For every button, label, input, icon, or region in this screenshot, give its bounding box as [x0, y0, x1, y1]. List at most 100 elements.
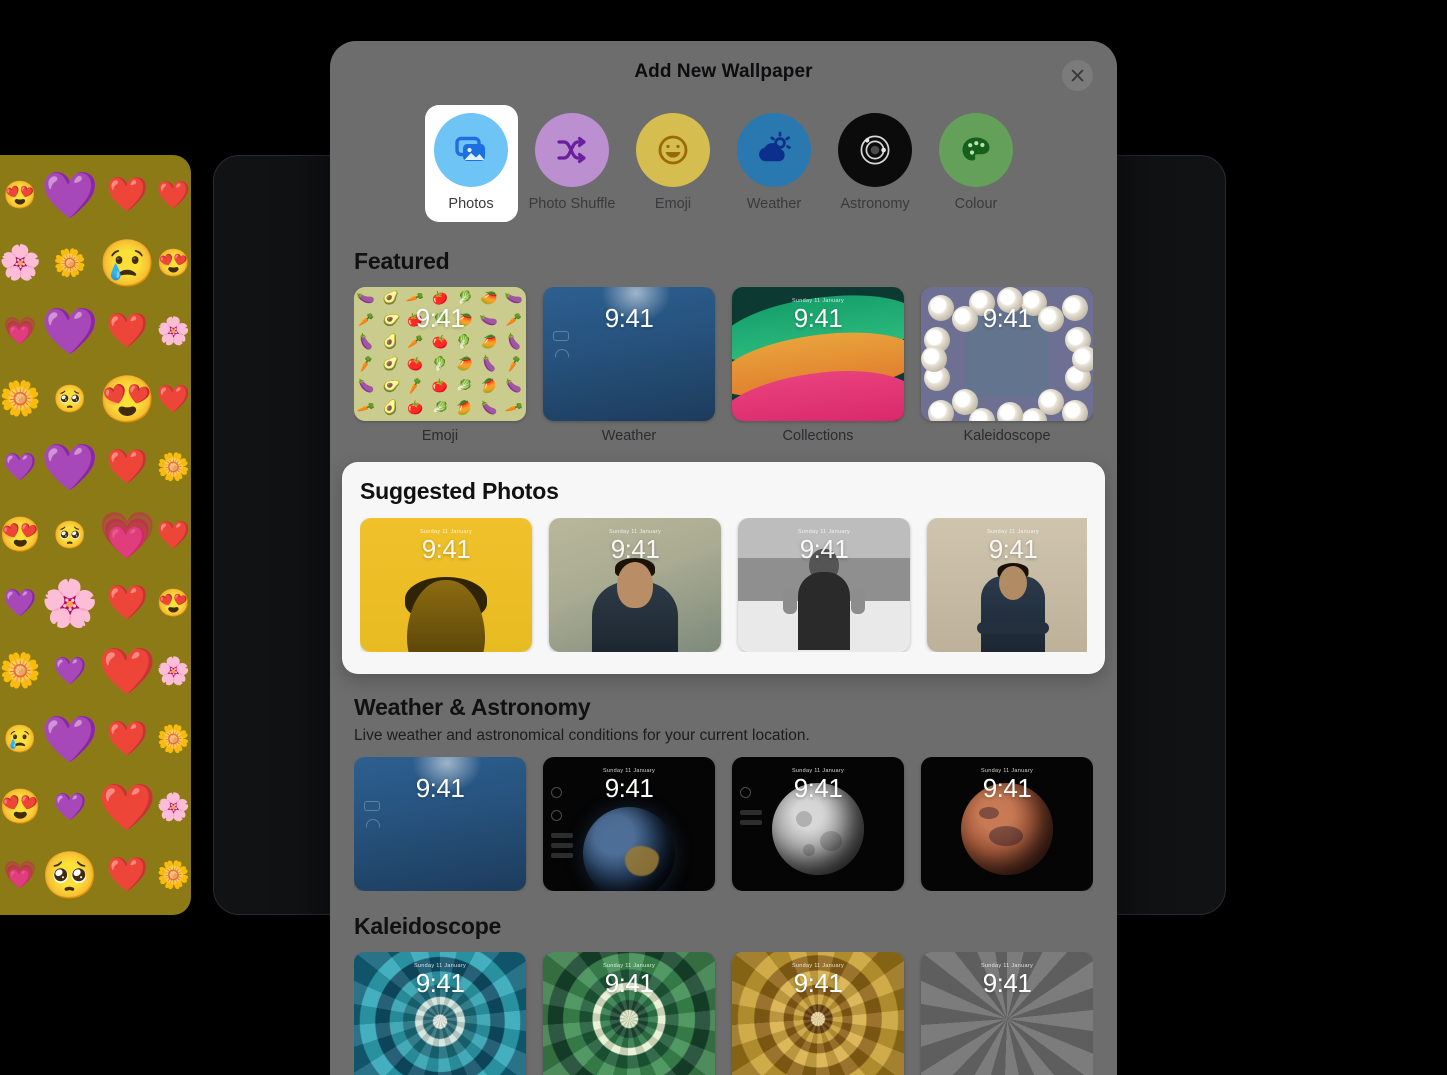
- featured-tile-weather[interactable]: 9:41 Weather: [543, 287, 715, 444]
- wallpaper-emoji: ❤️: [106, 176, 149, 214]
- kaleidoscope-tile-red[interactable]: Sunday 11 January 9:41: [921, 952, 1093, 1075]
- food-emoji: 🥕: [405, 375, 426, 396]
- food-emoji: 🥬: [429, 353, 450, 374]
- astronomy-tile-earth[interactable]: Sunday 11 January 9:41: [543, 757, 715, 891]
- food-emoji: 🥑: [380, 397, 401, 418]
- wallpaper-preview[interactable]: Sunday 11 January 9:41: [738, 518, 910, 652]
- screen: 😍 💜 ❤️ ❤️ 🌸 🌼 😢 😍 💗 💜 ❤️ 🌸 🌼 🥺 😍 ❤️ 💜 💜 ❤️ 🌼 😍 🥺 💗 ❤️ 💜 🌸 ❤️ 😍 🌼 💜 ❤️ 🌸…: [0, 0, 1447, 1075]
- close-button[interactable]: [1062, 60, 1093, 91]
- flower-motif: [927, 399, 954, 421]
- food-emoji: 🥭: [478, 375, 500, 396]
- background-emoji-wallpaper: 😍 💜 ❤️ ❤️ 🌸 🌼 😢 😍 💗 💜 ❤️ 🌸 🌼 🥺 😍 ❤️ 💜 💜 ❤️ 🌼 😍 🥺 💗 ❤️ 💜 🌸 ❤️ 😍 🌼 💜 ❤️ 🌸…: [0, 155, 191, 915]
- food-emoji: 🥕: [503, 397, 525, 418]
- kaleidoscope-tile-row: Sunday 11 January 9:41 Sunday 11 January…: [354, 952, 1093, 1075]
- lockscreen-time: 9:41: [604, 303, 654, 333]
- section-title: Weather & Astronomy: [354, 694, 591, 720]
- food-emoji: 🥭: [456, 356, 473, 371]
- kaleidoscope-tile-green[interactable]: Sunday 11 January 9:41: [543, 952, 715, 1075]
- food-emoji: 🍅: [405, 353, 426, 374]
- weather-tile-live[interactable]: 9:41: [354, 757, 526, 891]
- kaleidoscope-tile-teal[interactable]: Sunday 11 January 9:41: [354, 952, 526, 1075]
- section-featured: Featured 🍆 🥑 🥕 🍅 🥬 🥭 🍆 🥕 🥑 🍅 🥬 🥭 🍆 🥕 🍆 🥑 🥕 🍅 🥬 🥭 🍆 🥕 🥑 🍅 🥬 🥭 🍆 🥕 🍆 🥑 🥕…: [330, 248, 1117, 444]
- food-emoji: 🥭: [454, 397, 475, 418]
- tab-astronomy[interactable]: Astronomy: [829, 105, 922, 222]
- wallpaper-emoji: 💜: [41, 441, 99, 493]
- wallpaper-emoji: 😍: [0, 516, 42, 554]
- astronomy-tile-mars[interactable]: Sunday 11 January 9:41: [921, 757, 1093, 891]
- tab-photos[interactable]: Photos: [424, 105, 518, 222]
- wallpaper-emoji: 😍: [156, 587, 191, 618]
- tab-label: Emoji: [654, 196, 692, 212]
- wallpaper-emoji: ❤️: [98, 781, 156, 833]
- wallpaper-emoji: 🥺: [41, 849, 99, 901]
- food-emoji: 🥕: [405, 420, 425, 421]
- wallpaper-preview[interactable]: Sunday 11 January 9:41: [360, 518, 532, 652]
- wallpaper-emoji: 💜: [41, 169, 99, 221]
- wallpaper-preview[interactable]: 9:41: [543, 287, 715, 421]
- wallpaper-preview[interactable]: Sunday 11 January 9:41: [732, 952, 904, 1075]
- featured-tile-collections[interactable]: Sunday 11 January 9:41 Collections: [732, 287, 904, 444]
- photos-icon: [434, 113, 508, 187]
- wallpaper-preview[interactable]: Sunday 11 January 9:41: [543, 757, 715, 891]
- wallpaper-emoji: 😍: [156, 247, 191, 278]
- wallpaper-preview[interactable]: Sunday 11 January 9:41: [921, 757, 1093, 891]
- wallpaper-emoji: 💜: [53, 655, 87, 686]
- wallpaper-preview[interactable]: Sunday 11 January 9:41: [927, 518, 1087, 652]
- lockscreen-time: 9:41: [793, 968, 843, 998]
- wallpaper-preview[interactable]: 9:41: [921, 287, 1093, 421]
- wallpaper-preview[interactable]: Sunday 11 January 9:41: [921, 952, 1093, 1075]
- flower-motif: [921, 345, 947, 372]
- wallpaper-preview[interactable]: Sunday 11 January 9:41: [732, 287, 904, 421]
- wallpaper-emoji: 💗: [3, 859, 37, 890]
- wallpaper-preview[interactable]: 🍆 🥑 🥕 🍅 🥬 🥭 🍆 🥕 🥑 🍅 🥬 🥭 🍆 🥕 🍆 🥑 🥕 🍅 🥬 🥭 🍆 🥕 🥑 🍅 🥬 🥭 🍆 🥕 🍆 🥑 🥕 🍅 🥬 🥭 🍆 🥕 🥑 🍅 🥬 🥭…: [354, 287, 526, 421]
- tab-weather[interactable]: Weather: [728, 105, 821, 222]
- food-emoji: 🥕: [407, 334, 424, 349]
- suggested-photo-3[interactable]: Sunday 11 January 9:41: [738, 518, 910, 652]
- food-emoji: 🍆: [479, 353, 500, 374]
- tab-colour[interactable]: Colour: [930, 105, 1023, 222]
- wallpaper-preview[interactable]: Sunday 11 January 9:41: [543, 952, 715, 1075]
- food-emoji: 🥬: [454, 331, 475, 352]
- wallpaper-preview[interactable]: Sunday 11 January 9:41: [549, 518, 721, 652]
- food-emoji: 🍆: [481, 400, 498, 415]
- wallpaper-emoji: 💗: [3, 315, 37, 346]
- wallpaper-preview[interactable]: Sunday 11 January 9:41: [354, 952, 526, 1075]
- wallpaper-preview[interactable]: Sunday 11 January 9:41: [732, 757, 904, 891]
- section-title: Kaleidoscope: [354, 913, 502, 939]
- weather-cloud-icon: [737, 113, 811, 187]
- wallpaper-emoji: 🌼: [0, 380, 42, 418]
- lockscreen-time: 9:41: [604, 968, 654, 998]
- wallpaper-emoji: 😢: [3, 723, 37, 754]
- lockscreen-time: 9:41: [415, 773, 465, 803]
- astronomy-tile-moon[interactable]: Sunday 11 January 9:41: [732, 757, 904, 891]
- tile-caption: Weather: [601, 428, 657, 444]
- wallpaper-emoji: 🥺: [53, 519, 87, 550]
- wallpaper-preview[interactable]: 9:41: [354, 757, 526, 891]
- featured-tile-emoji[interactable]: 🍆 🥑 🥕 🍅 🥬 🥭 🍆 🥕 🥑 🍅 🥬 🥭 🍆 🥕 🍆 🥑 🥕 🍅 🥬 🥭 🍆 🥕 🥑 🍅 🥬 🥭 🍆 🥕 🍆 🥑 🥕 🍅 🥬 🥭 🍆 🥕 🥑 🍅 🥬 🥭…: [354, 287, 526, 444]
- wallpaper-emoji: ❤️: [106, 720, 149, 758]
- wallpaper-emoji: 😢: [98, 237, 156, 289]
- wallpaper-emoji: 😍: [0, 788, 42, 826]
- section-suggested-photos: Suggested Photos Sunday 11 January 9:41: [342, 462, 1105, 674]
- wallpaper-emoji: ❤️: [106, 312, 149, 350]
- tab-photo-shuffle[interactable]: Photo Shuffle: [526, 105, 619, 222]
- featured-tile-kaleidoscope[interactable]: 9:41 Kaleidoscope: [921, 287, 1093, 444]
- section-title: Featured: [354, 248, 450, 274]
- smiley-icon: [636, 113, 710, 187]
- lockscreen-time: 9:41: [415, 968, 465, 998]
- suggested-photo-4[interactable]: Sunday 11 January 9:41: [927, 518, 1087, 652]
- tab-emoji[interactable]: Emoji: [627, 105, 720, 222]
- suggested-photo-1[interactable]: Sunday 11 January 9:41: [360, 518, 532, 652]
- flower-motif: [1062, 399, 1089, 421]
- suggested-photo-2[interactable]: Sunday 11 January 9:41: [549, 518, 721, 652]
- lockscreen-time: 9:41: [604, 773, 654, 803]
- food-emoji: 🥕: [503, 353, 524, 374]
- lockscreen-time: 9:41: [421, 534, 471, 564]
- orbit-icon: [838, 113, 912, 187]
- kaleidoscope-tile-gold[interactable]: Sunday 11 January 9:41: [732, 952, 904, 1075]
- weather-astronomy-tile-row: 9:41 Sunday 11 January 9:41 Sunday 11 Ja…: [354, 757, 1093, 891]
- wallpaper-emoji: 🌼: [156, 723, 191, 754]
- food-emoji: 🥕: [355, 353, 377, 374]
- food-emoji: 🍆: [505, 378, 522, 393]
- palette-icon: [939, 113, 1013, 187]
